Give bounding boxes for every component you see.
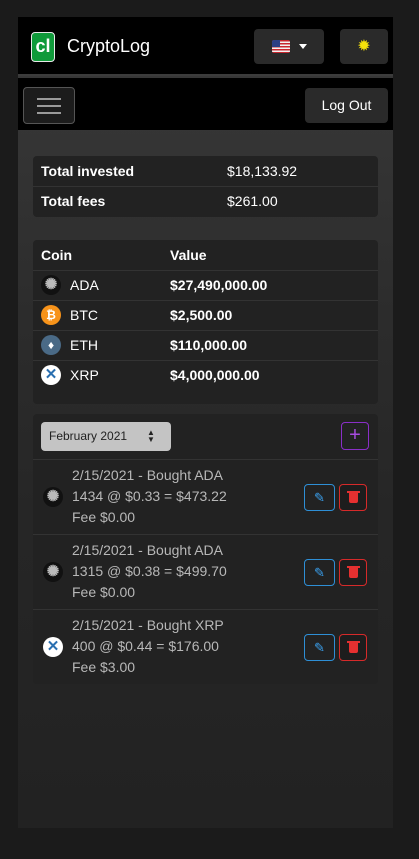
transaction-fee: Fee $3.00: [72, 659, 136, 675]
menu-toggle-button[interactable]: [23, 87, 75, 124]
transaction-detail: 400 @ $0.44 = $176.00: [72, 638, 219, 654]
top-navbar: cl CryptoLog ✹: [18, 17, 393, 76]
transaction-fee: Fee $0.00: [72, 584, 136, 600]
table-row: ✺ ADA $27,490,000.00: [33, 270, 378, 300]
chevron-down-icon: [299, 44, 307, 49]
transaction-fee: Fee $0.00: [72, 509, 136, 525]
table-row: ₿ BTC $2,500.00: [33, 300, 378, 330]
pencil-icon: ✎: [314, 640, 325, 655]
app-title[interactable]: CryptoLog: [67, 36, 150, 57]
cardano-icon: ✺: [43, 487, 63, 507]
sun-icon: ✹: [357, 38, 371, 55]
summary-label: Total fees: [41, 193, 106, 209]
column-header-value: Value: [170, 247, 207, 263]
coin-value: $2,500.00: [170, 307, 233, 323]
plus-icon: +: [349, 424, 361, 446]
summary-row: Total fees $261.00: [33, 186, 378, 216]
coin-symbol: BTC: [70, 307, 98, 323]
summary-value: $261.00: [227, 193, 278, 209]
summary-value: $18,133.92: [227, 163, 298, 179]
logout-button[interactable]: Log Out: [305, 88, 388, 123]
month-select[interactable]: February 2021 ▲ ▼: [41, 422, 171, 451]
summary-row: Total invested $18,133.92: [33, 156, 378, 186]
transaction-row: ✺ 2/15/2021 - Bought ADA 1434 @ $0.33 = …: [33, 459, 378, 534]
coin-symbol: XRP: [70, 367, 99, 383]
table-row: ✕ XRP $4,000,000.00: [33, 360, 378, 390]
ripple-icon: ✕: [41, 365, 61, 385]
transaction-title: 2/15/2021 - Bought ADA: [72, 542, 223, 558]
pencil-icon: ✎: [314, 490, 325, 505]
coin-value: $27,490,000.00: [170, 277, 268, 293]
summary-card: Total invested $18,133.92 Total fees $26…: [33, 156, 378, 217]
delete-button[interactable]: [339, 484, 367, 511]
transaction-title: 2/15/2021 - Bought XRP: [72, 617, 224, 633]
coin-value: $110,000.00: [170, 337, 248, 353]
ripple-icon: ✕: [43, 637, 63, 657]
bitcoin-icon: ₿: [41, 305, 61, 325]
coin-value: $4,000,000.00: [170, 367, 260, 383]
add-transaction-button[interactable]: +: [341, 422, 369, 450]
app-logo[interactable]: cl: [31, 32, 55, 62]
delete-button[interactable]: [339, 634, 367, 661]
secondary-toolbar: Log Out: [18, 78, 393, 130]
month-select-value: February 2021: [49, 429, 128, 443]
language-dropdown-button[interactable]: [254, 29, 324, 64]
table-row: ♦ ETH $110,000.00: [33, 330, 378, 360]
column-header-coin: Coin: [41, 247, 73, 263]
us-flag-icon: [272, 40, 290, 53]
transactions-card: February 2021 ▲ ▼ + ✺ 2/15/2021 - Bought …: [33, 414, 378, 684]
table-header: Coin Value: [33, 240, 378, 270]
pencil-icon: ✎: [314, 565, 325, 580]
holdings-table: Coin Value ✺ ADA $27,490,000.00 ₿ BTC $2…: [33, 240, 378, 404]
coin-symbol: ETH: [70, 337, 98, 353]
coin-symbol: ADA: [70, 277, 99, 293]
edit-button[interactable]: ✎: [304, 484, 335, 511]
transaction-row: ✕ 2/15/2021 - Bought XRP 400 @ $0.44 = $…: [33, 609, 378, 684]
edit-button[interactable]: ✎: [304, 559, 335, 586]
transaction-title: 2/15/2021 - Bought ADA: [72, 467, 223, 483]
transaction-detail: 1315 @ $0.38 = $499.70: [72, 563, 227, 579]
ethereum-icon: ♦: [41, 335, 61, 355]
select-arrows-icon: ▲ ▼: [147, 428, 155, 444]
summary-label: Total invested: [41, 163, 135, 179]
transaction-detail: 1434 @ $0.33 = $473.22: [72, 488, 227, 504]
edit-button[interactable]: ✎: [304, 634, 335, 661]
transaction-row: ✺ 2/15/2021 - Bought ADA 1315 @ $0.38 = …: [33, 534, 378, 609]
theme-toggle-button[interactable]: ✹: [340, 29, 388, 64]
app-frame: cl CryptoLog ✹ Log Out Total invested $1…: [18, 17, 393, 828]
cardano-icon: ✺: [41, 275, 61, 295]
delete-button[interactable]: [339, 559, 367, 586]
cardano-icon: ✺: [43, 562, 63, 582]
